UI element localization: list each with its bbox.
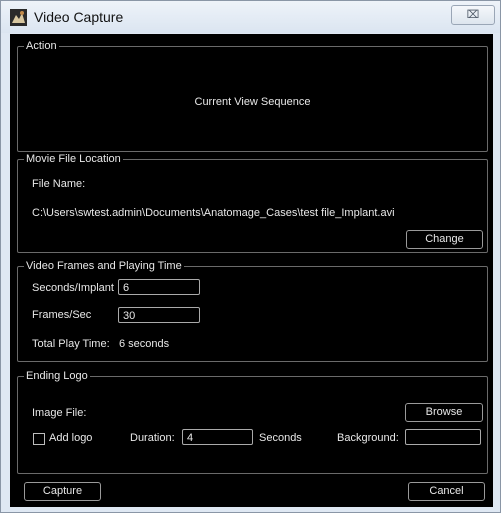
ending-logo-legend: Ending Logo	[24, 369, 90, 383]
browse-button[interactable]: Browse	[405, 403, 483, 422]
duration-input[interactable]: 4	[182, 429, 253, 445]
total-play-time-value: 6 seconds	[119, 338, 170, 350]
seconds-per-implant-label: Seconds/Implant	[32, 282, 114, 294]
add-logo-label[interactable]: Add logo	[49, 431, 92, 445]
cancel-button[interactable]: Cancel	[408, 482, 485, 501]
app-icon	[10, 9, 27, 26]
seconds-per-implant-input[interactable]: 6	[118, 279, 200, 295]
image-file-label: Image File:	[32, 407, 87, 419]
video-capture-window: Video Capture ⌧ Action Current View Sequ…	[0, 0, 501, 513]
video-frames-legend: Video Frames and Playing Time	[24, 259, 184, 273]
file-path: C:\Users\swtest.admin\Documents\Anatomag…	[32, 207, 395, 219]
background-label: Background:	[337, 432, 399, 444]
close-button[interactable]: ⌧	[451, 5, 495, 25]
change-button[interactable]: Change	[406, 230, 483, 249]
movie-file-location-group: Movie File Location File Name: C:\Users\…	[17, 152, 488, 253]
duration-seconds-label: Seconds	[259, 432, 302, 444]
ending-logo-group: Ending Logo Image File: Browse Add logo …	[17, 369, 488, 474]
action-group: Action Current View Sequence	[17, 39, 488, 152]
window-title: Video Capture	[34, 9, 124, 25]
dialog-content: Action Current View Sequence Movie File …	[10, 34, 493, 507]
action-legend: Action	[24, 39, 59, 53]
total-play-time-label: Total Play Time:	[32, 338, 110, 350]
capture-button[interactable]: Capture	[24, 482, 101, 501]
title-bar[interactable]: Video Capture ⌧	[1, 1, 500, 33]
add-logo-checkbox[interactable]	[33, 433, 45, 445]
action-value: Current View Sequence	[194, 96, 311, 108]
frames-per-sec-label: Frames/Sec	[32, 309, 92, 321]
background-color-input[interactable]	[405, 429, 481, 445]
duration-label: Duration:	[130, 432, 175, 444]
movie-file-location-legend: Movie File Location	[24, 152, 123, 166]
close-icon: ⌧	[466, 9, 480, 21]
frames-per-sec-input[interactable]: 30	[118, 307, 200, 323]
video-frames-group: Video Frames and Playing Time Seconds/Im…	[17, 259, 488, 362]
file-name-label: File Name:	[32, 178, 86, 190]
